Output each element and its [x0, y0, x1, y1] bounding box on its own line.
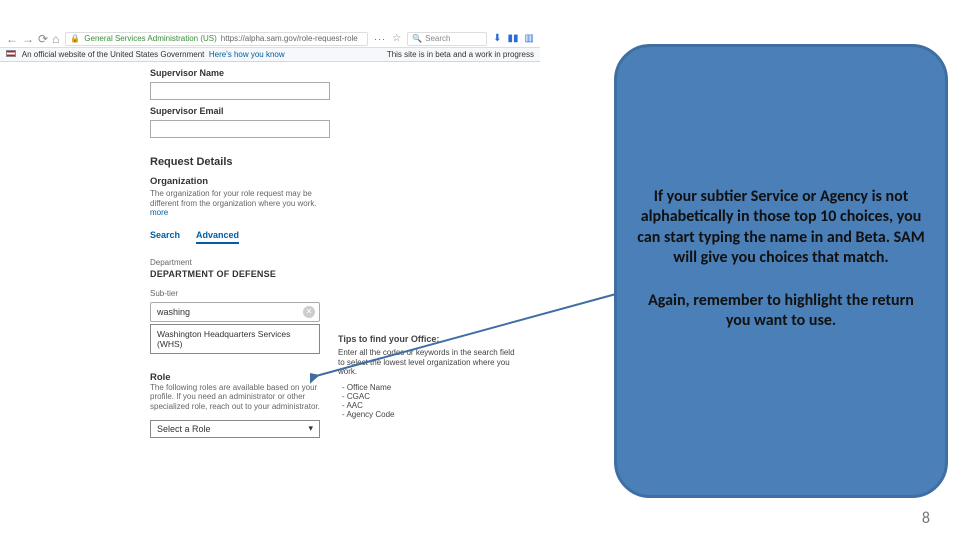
- subtier-suggestion[interactable]: Washington Headquarters Services (WHS): [150, 324, 320, 354]
- browser-nav-buttons: ← → ⟳ ⌂: [6, 32, 59, 46]
- subtier-input-value: washing: [157, 307, 190, 317]
- callout-para-2: Again, remember to highlight the return …: [635, 291, 927, 332]
- tips-panel: Tips to find your Office: Enter all the …: [338, 334, 518, 419]
- supervisor-name-label: Supervisor Name: [150, 68, 330, 78]
- callout-text: If your subtier Service or Agency is not…: [635, 187, 927, 354]
- ssl-org-label: General Services Administration (US): [84, 34, 217, 43]
- request-form: Supervisor Name Supervisor Email Request…: [150, 62, 330, 438]
- subtier-label: Sub-tier: [150, 289, 330, 298]
- tips-item: Office Name: [342, 383, 518, 392]
- page-actions-icon[interactable]: ···: [374, 34, 386, 44]
- browser-toolbar-icons: ⬇ ▮▮ ▥: [493, 33, 534, 44]
- banner-left: An official website of the United States…: [6, 50, 285, 59]
- tips-item: Agency Code: [342, 410, 518, 419]
- heres-how-link[interactable]: Here's how you know: [209, 50, 285, 59]
- role-label: Role: [150, 372, 330, 383]
- banner-text: An official website of the United States…: [22, 50, 205, 59]
- browser-chrome: ← → ⟳ ⌂ 🔒 General Services Administratio…: [0, 30, 540, 48]
- lock-icon: 🔒: [70, 34, 80, 43]
- search-icon: 🔍: [412, 34, 422, 43]
- supervisor-email-input[interactable]: [150, 120, 330, 138]
- tips-item: CGAC: [342, 392, 518, 401]
- org-more-link[interactable]: more: [150, 208, 168, 217]
- tab-advanced[interactable]: Advanced: [196, 230, 239, 244]
- role-select[interactable]: Select a Role ▾: [150, 420, 320, 438]
- url-text: https://alpha.sam.gov/role-request-role: [221, 34, 358, 43]
- page-number: 8: [922, 509, 930, 528]
- clear-input-icon[interactable]: ✕: [303, 306, 315, 318]
- supervisor-email-label: Supervisor Email: [150, 106, 330, 116]
- role-block: Role The following roles are available b…: [150, 372, 330, 438]
- forward-icon[interactable]: →: [22, 32, 34, 46]
- department-label: Department: [150, 258, 330, 267]
- bookmark-star-icon[interactable]: ☆: [392, 33, 401, 44]
- us-flag-icon: [6, 50, 16, 57]
- chevron-down-icon: ▾: [308, 423, 313, 434]
- organization-label: Organization: [150, 176, 330, 187]
- reload-icon[interactable]: ⟳: [38, 32, 48, 46]
- subtier-input[interactable]: washing ✕: [150, 302, 320, 322]
- request-details-heading: Request Details: [150, 156, 330, 168]
- role-select-placeholder: Select a Role: [157, 424, 211, 434]
- role-help: The following roles are available based …: [150, 383, 330, 412]
- instruction-callout: If your subtier Service or Agency is not…: [614, 44, 948, 498]
- callout-para-1: If your subtier Service or Agency is not…: [635, 187, 927, 269]
- tab-search[interactable]: Search: [150, 230, 180, 244]
- supervisor-name-input[interactable]: [150, 82, 330, 100]
- tips-item: AAC: [342, 401, 518, 410]
- sidebar-icon[interactable]: ▥: [525, 33, 534, 44]
- library-icon[interactable]: ▮▮: [508, 33, 519, 44]
- address-bar[interactable]: 🔒 General Services Administration (US) h…: [65, 32, 368, 46]
- back-icon[interactable]: ←: [6, 32, 18, 46]
- browser-search-box[interactable]: 🔍 Search: [407, 32, 487, 46]
- banner-right: This site is in beta and a work in progr…: [387, 50, 534, 59]
- gov-banner: An official website of the United States…: [0, 48, 540, 62]
- department-value: DEPARTMENT OF DEFENSE: [150, 269, 330, 279]
- org-picker-tabs: Search Advanced: [150, 230, 330, 244]
- tips-body: Enter all the codes or keywords in the s…: [338, 348, 518, 377]
- organization-help: The organization for your role request m…: [150, 189, 330, 218]
- tips-list: Office Name CGAC AAC Agency Code: [338, 383, 518, 419]
- search-placeholder: Search: [425, 34, 450, 43]
- download-icon[interactable]: ⬇: [493, 33, 501, 44]
- tips-title: Tips to find your Office:: [338, 334, 518, 344]
- home-icon[interactable]: ⌂: [52, 32, 59, 46]
